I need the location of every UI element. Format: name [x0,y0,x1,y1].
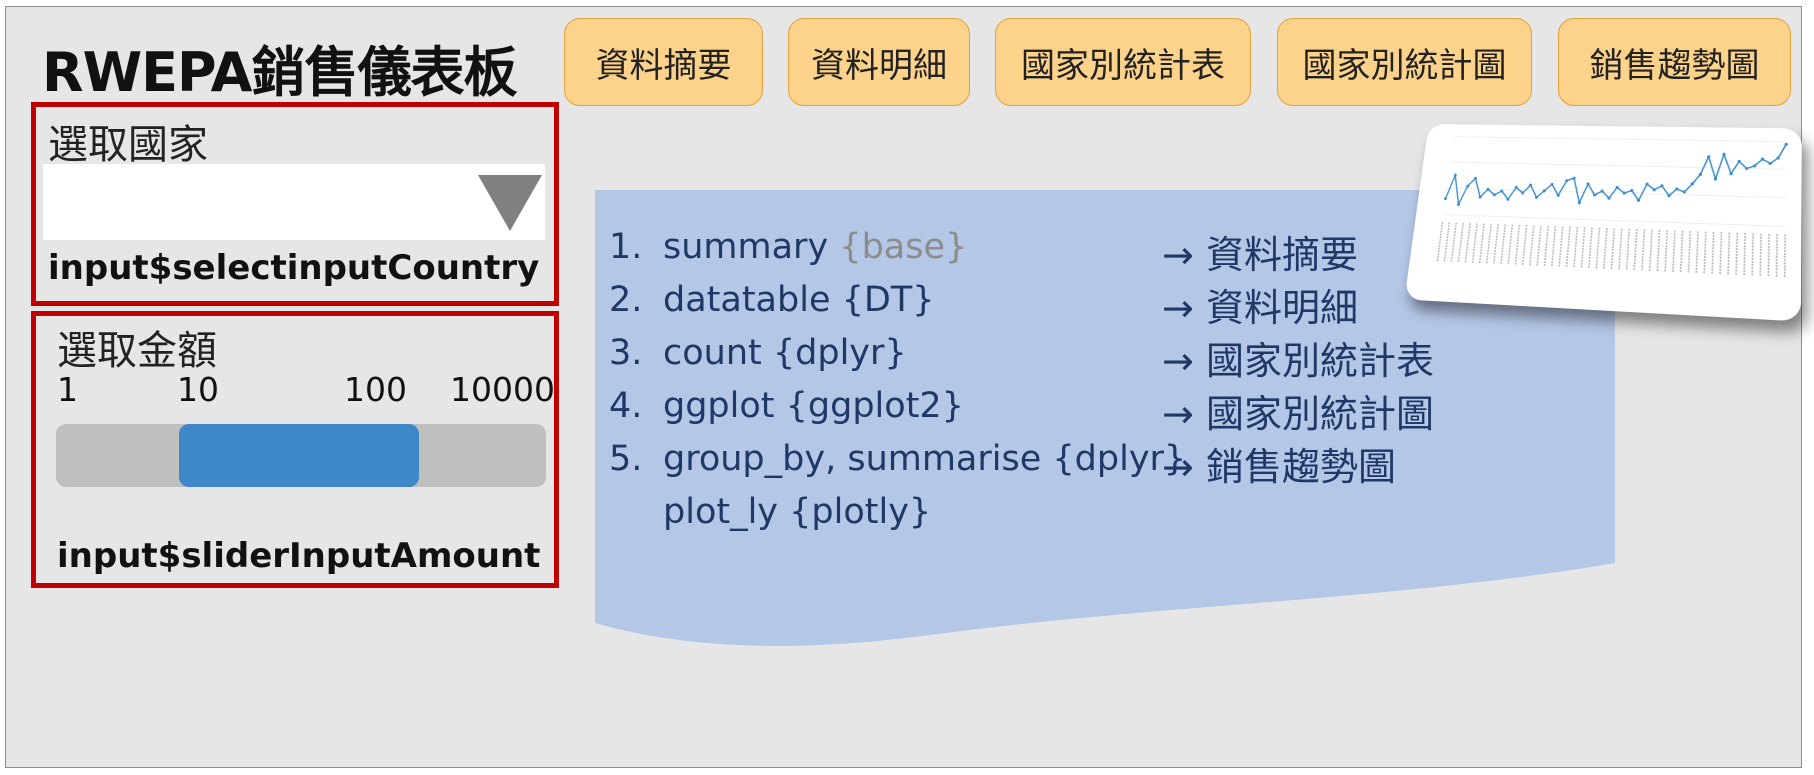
thumbnail-x-tick [1688,231,1690,273]
thumbnail-x-tick [1479,224,1484,264]
thumbnail-x-tick [1619,229,1622,271]
thumbnail-x-tick [1537,226,1541,267]
thumbnail-x-tick [1515,225,1519,266]
thumbnail-x-tick [1720,232,1721,275]
function-item: summary {base} [663,227,967,267]
thumbnail-x-tick [1437,222,1442,262]
result-label: 銷售趨勢圖 [1205,445,1396,489]
thumbnail-x-tick [1566,227,1569,268]
thumbnail-x-tick [1696,231,1698,274]
thumbnail-x-tick [1665,230,1667,272]
result-label: 國家別統計圖 [1205,392,1434,436]
thumbnail-x-tick [1581,227,1584,268]
thumbnail-x-tick [1650,230,1652,272]
arrow-right-icon: → [1162,445,1194,489]
thumbnail-x-tick [1704,232,1706,275]
arrow-right-icon: → [1162,286,1194,330]
list-number: 1. [609,227,643,267]
thumbnail-x-tick [1604,228,1607,270]
list-number: 2. [609,280,643,320]
thumbnail-x-tick [1574,227,1577,268]
result-item: → 國家別統計圖 [1162,383,1434,438]
thumbnail-card [1404,124,1802,322]
result-item: → 資料摘要 [1162,224,1358,279]
list-number: 4. [609,386,643,426]
function-item: count {dplyr} [663,333,907,373]
list-number: 3. [609,333,643,373]
thumbnail-x-tick [1559,226,1563,267]
thumbnail-x-tick [1523,225,1527,266]
thumbnail-series-line [1445,139,1786,215]
function-item: plot_ly {plotly} [663,492,932,532]
thumbnail-x-tick [1472,223,1477,263]
thumbnail-x-tick [1736,233,1737,276]
thumbnail-x-tick [1634,229,1637,271]
arrow-right-icon: → [1162,392,1194,436]
thumbnail-x-tick [1642,229,1644,271]
sales-trend-thumbnail [1403,124,1802,332]
list-number: 5. [609,439,643,479]
function-item: group_by, summarise {dplyr} [663,439,1187,479]
thumbnail-x-tick [1657,230,1659,272]
thumbnail-x-tick [1544,226,1548,267]
function-name: summary [663,227,840,267]
thumbnail-x-tick [1627,229,1630,271]
thumbnail-x-tick [1752,233,1753,276]
thumbnail-x-tick [1673,231,1675,273]
thumbnail-x-tick [1530,225,1534,266]
result-item: → 資料明細 [1162,277,1358,332]
function-item: datatable {DT} [663,280,935,320]
thumbnail-x-tick [1760,234,1761,277]
thumbnail-x-tick [1768,234,1769,277]
thumbnail-x-tick [1494,224,1498,264]
thumbnail-gridline [1443,215,1785,227]
thumbnail-gridline [1453,137,1786,142]
result-label: 資料摘要 [1205,233,1358,277]
arrow-right-icon: → [1162,339,1194,383]
result-label: 資料明細 [1205,286,1358,330]
thumbnail-x-tick [1508,225,1512,266]
thumbnail-x-tick [1451,223,1456,263]
thumbnail-x-tick [1487,224,1492,264]
thumbnail-x-tick [1681,231,1683,273]
thumbnail-x-tick [1712,232,1714,275]
thumbnail-x-tick [1777,234,1778,277]
result-item: → 國家別統計表 [1162,330,1434,385]
thumbnail-x-tick [1596,228,1599,270]
thumbnail-x-tick [1728,232,1729,275]
thumbnail-line-chart [1404,124,1802,322]
function-item: ggplot {ggplot2} [663,386,964,426]
thumbnail-x-tick [1444,222,1449,262]
arrow-right-icon: → [1162,233,1194,277]
thumbnail-x-tick [1465,223,1470,263]
thumbnail-x-tick [1611,228,1614,270]
function-package: {base} [839,227,968,267]
result-label: 國家別統計表 [1205,339,1434,383]
thumbnail-x-tick [1589,228,1592,269]
thumbnail-x-tick [1744,233,1745,276]
thumbnail-x-tick [1552,226,1556,267]
thumbnail-x-tick [1501,224,1505,265]
result-item: → 銷售趨勢圖 [1162,436,1396,491]
thumbnail-x-tick [1458,223,1463,263]
